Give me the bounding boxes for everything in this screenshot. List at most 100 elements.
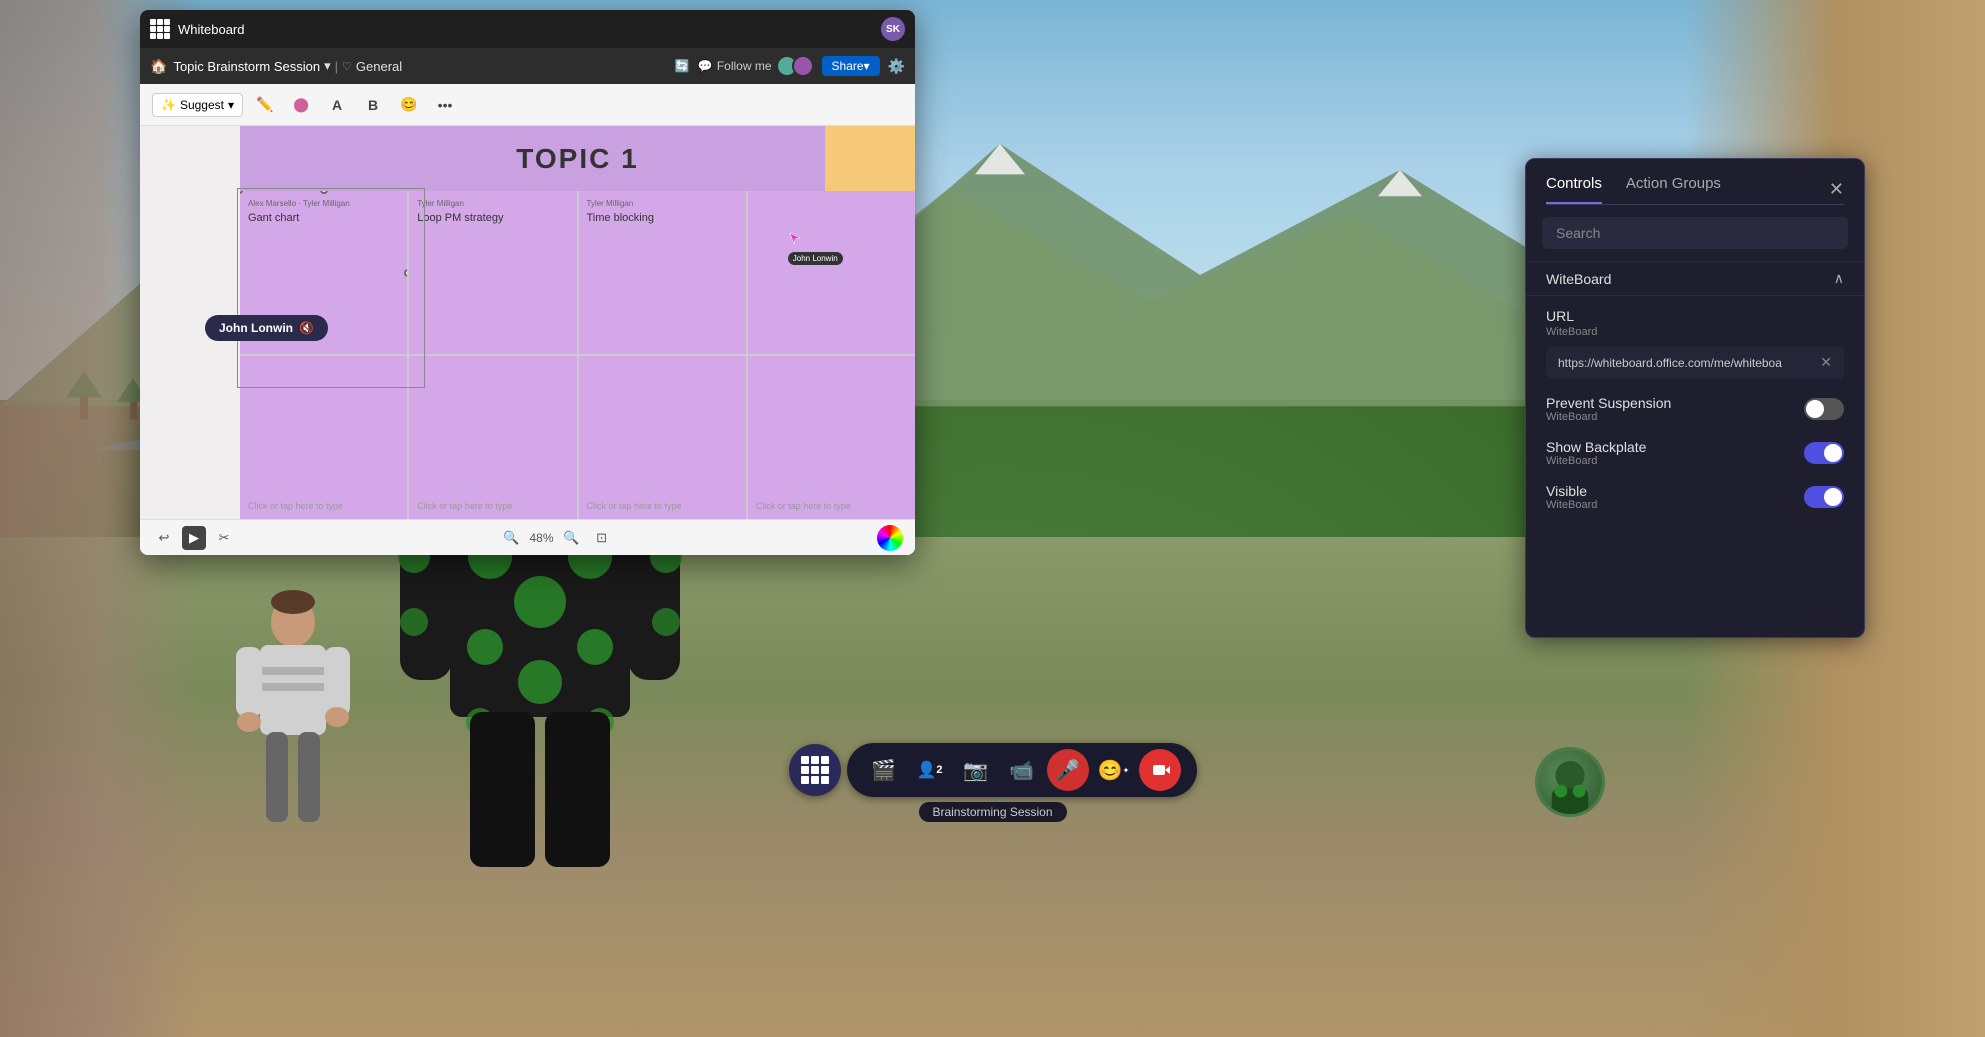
people-btn[interactable]: 👤 2: [909, 749, 951, 791]
sticky-3[interactable]: Tyler Milligan Time blocking: [579, 191, 746, 354]
share-button[interactable]: Share▾: [822, 56, 880, 76]
sticky-7[interactable]: Click or tap here to type: [579, 356, 746, 519]
sticky-6[interactable]: Click or tap here to type: [409, 356, 576, 519]
tab-controls[interactable]: Controls: [1546, 175, 1602, 204]
more-tools[interactable]: •••: [431, 91, 459, 119]
breadcrumb-name[interactable]: Topic Brainstorm Session: [173, 59, 320, 74]
video-btn[interactable]: 📹: [1001, 749, 1043, 791]
fit-btn[interactable]: ⊡: [590, 526, 614, 550]
color-picker[interactable]: [877, 525, 903, 551]
john-cursor-label: John Lonwin: [788, 252, 843, 265]
wb-navbar: 🏠 Topic Brainstorm Session ▾ | ♡ General…: [140, 48, 915, 84]
suggest-dropdown[interactable]: ▾: [228, 98, 234, 112]
prevent-suspension-label: Prevent Suspension: [1546, 395, 1804, 411]
selection-handle-tl[interactable]: [240, 191, 243, 194]
zoom-in-btn[interactable]: 🔍: [560, 526, 584, 550]
sticky-grid: Alex Marsello · Tyler Milligan Gant char…: [240, 191, 915, 519]
emoji-react-btn[interactable]: 😊✦: [1093, 749, 1135, 791]
panel-close-btn[interactable]: ✕: [1829, 179, 1844, 200]
sticky-1-content: Gant chart: [248, 212, 399, 224]
breadcrumb-channel[interactable]: General: [356, 59, 402, 74]
section-title: WiteBoard: [1546, 271, 1611, 287]
avatar-self-svg: [1538, 747, 1602, 817]
show-backplate-label: Show Backplate: [1546, 439, 1804, 455]
sticky-7-placeholder: Click or tap here to type: [587, 501, 682, 511]
show-backplate-toggle[interactable]: [1804, 442, 1844, 464]
sticky-8[interactable]: Click or tap here to type: [748, 356, 915, 519]
undo-btn[interactable]: ↩: [152, 526, 176, 550]
session-label: Brainstorming Session: [918, 802, 1066, 822]
sticky-4[interactable]: John Lonwin: [748, 191, 915, 354]
refresh-icon[interactable]: 🔄: [675, 59, 690, 73]
wb-bottombar: ↩ ▶ ✂ 🔍 48% 🔍 ⊡: [140, 519, 915, 555]
zoom-out-btn[interactable]: 🔍: [499, 526, 523, 550]
toggle-thumb-prevent: [1806, 400, 1824, 418]
play-btn[interactable]: ▶: [182, 526, 206, 550]
sticky-5-placeholder: Click or tap here to type: [248, 501, 343, 511]
emoji-tool[interactable]: 😊: [395, 91, 423, 119]
visible-toggle[interactable]: [1804, 486, 1844, 508]
visible-info: Visible WiteBoard: [1546, 483, 1804, 511]
toggle-thumb-visible: [1824, 488, 1842, 506]
main-toolbar-bar: 🎬 👤 2 📷 📹 🎤 😊✦: [847, 743, 1197, 797]
follow-btn[interactable]: 💬 Follow me: [698, 55, 814, 77]
shape-tool[interactable]: ⬤: [287, 91, 315, 119]
suggest-btn[interactable]: ✨ Suggest ▾: [152, 93, 243, 117]
panel-search-input[interactable]: [1542, 217, 1848, 249]
selection-handle-tc[interactable]: [320, 191, 328, 194]
apps-icon[interactable]: [150, 19, 170, 39]
breadcrumb: Topic Brainstorm Session ▾ | ♡ General: [173, 58, 402, 74]
sk-badge: SK: [881, 17, 905, 41]
topic-header: TOPIC 1: [240, 126, 915, 191]
john-label-cursor: 🔇: [299, 321, 314, 335]
breadcrumb-channel-icon: ♡: [342, 60, 352, 73]
pen-tool[interactable]: ✏️: [251, 91, 279, 119]
visible-sublabel: WiteBoard: [1546, 499, 1804, 511]
mic-btn[interactable]: 🎤: [1047, 749, 1089, 791]
section-header[interactable]: WiteBoard ∧: [1526, 261, 1864, 296]
apps-grid-btn[interactable]: [789, 744, 841, 796]
john-lonwin-label: John Lonwin 🔇: [205, 315, 328, 341]
url-input-container[interactable]: https://whiteboard.office.com/me/whitebo…: [1546, 346, 1844, 379]
record-btn[interactable]: [1139, 749, 1181, 791]
camera-btn[interactable]: 🎬: [863, 749, 905, 791]
avatar-self: [1535, 747, 1605, 817]
photo-btn[interactable]: 📷: [955, 749, 997, 791]
selection-handle-mr[interactable]: [404, 269, 407, 277]
controls-panel: Controls Action Groups ✕ WiteBoard ∧ URL…: [1525, 158, 1865, 638]
visible-row: Visible WiteBoard: [1546, 483, 1844, 511]
wb-avatars: [776, 55, 814, 77]
settings-icon[interactable]: ⚙️: [888, 58, 905, 75]
url-clear-btn[interactable]: ✕: [1820, 354, 1832, 371]
toggle-thumb-backplate: [1824, 444, 1842, 462]
sticky-3-author: Tyler Milligan: [587, 199, 738, 208]
prevent-suspension-sublabel: WiteBoard: [1546, 411, 1804, 423]
apps-grid-icon: [801, 756, 829, 784]
wb-title: Whiteboard: [178, 22, 244, 37]
show-backplate-row: Show Backplate WiteBoard: [1546, 439, 1844, 467]
whiteboard-section: WiteBoard ∧ URL WiteBoard https://whiteb…: [1526, 261, 1864, 539]
home-icon[interactable]: 🏠: [150, 58, 167, 75]
breadcrumb-dropdown[interactable]: ▾: [324, 58, 331, 74]
bold-tool[interactable]: B: [359, 91, 387, 119]
panel-header: Controls Action Groups ✕: [1526, 159, 1864, 204]
sticky-5[interactable]: Click or tap here to type: [240, 356, 407, 519]
show-backplate-sublabel: WiteBoard: [1546, 455, 1804, 467]
panel-content: URL WiteBoard https://whiteboard.office.…: [1526, 296, 1864, 539]
tab-action-groups[interactable]: Action Groups: [1626, 175, 1721, 204]
sticky-2[interactable]: Tyler Milligan Loop PM strategy: [409, 191, 576, 354]
url-field: URL WiteBoard https://whiteboard.office.…: [1546, 308, 1844, 379]
sticky-6-placeholder: Click or tap here to type: [417, 501, 512, 511]
sticky-2-author: Tyler Milligan: [417, 199, 568, 208]
text-tool[interactable]: A: [323, 91, 351, 119]
avatar-self-inner: [1538, 750, 1602, 814]
wb-titlebar: Whiteboard SK: [140, 10, 915, 48]
whiteboard-window: Whiteboard SK 🏠 Topic Brainstorm Session…: [140, 10, 915, 555]
follow-label: Follow me: [717, 59, 772, 73]
sticky-1-author: Alex Marsello · Tyler Milligan: [248, 199, 399, 208]
cut-btn[interactable]: ✂: [212, 526, 236, 550]
topic-title: TOPIC 1: [516, 143, 638, 175]
zoom-controls: 🔍 48% 🔍 ⊡: [499, 526, 613, 550]
sticky-3-content: Time blocking: [587, 212, 738, 224]
prevent-suspension-toggle[interactable]: [1804, 398, 1844, 420]
